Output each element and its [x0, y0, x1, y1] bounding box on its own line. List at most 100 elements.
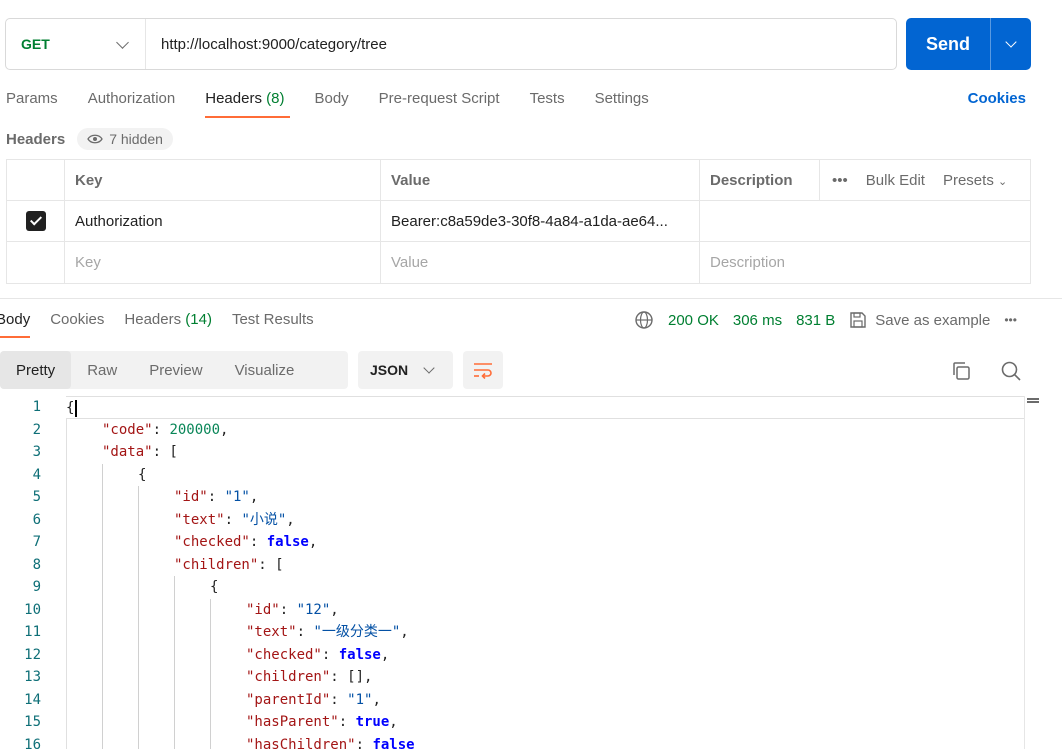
line-number: 6 — [32, 511, 41, 528]
code-line: "text": "一级分类一", — [66, 621, 1024, 644]
method-select[interactable]: GET — [6, 19, 146, 69]
tab-tests[interactable]: Tests — [530, 88, 565, 118]
format-raw[interactable]: Raw — [71, 351, 133, 389]
indent-guide — [210, 733, 211, 749]
tab-settings[interactable]: Settings — [595, 88, 649, 118]
new-key-input[interactable]: Key — [65, 242, 381, 283]
pane-divider[interactable] — [0, 298, 1062, 299]
indent-guide — [102, 576, 103, 599]
response-size[interactable]: 831 B — [796, 312, 835, 329]
indent-guide — [102, 486, 103, 509]
tab-pre-request-script[interactable]: Pre-request Script — [379, 88, 500, 118]
scrollbar-marker[interactable] — [1027, 398, 1039, 406]
more-options-icon[interactable]: ••• — [1004, 313, 1017, 327]
row-checkbox-empty — [7, 242, 65, 283]
indent-guide — [210, 711, 211, 734]
format-visualize[interactable]: Visualize — [219, 351, 311, 389]
header-key-cell[interactable]: Authorization — [65, 201, 381, 241]
code-line: { — [66, 396, 1024, 419]
wrap-lines-button[interactable] — [463, 351, 503, 389]
code-lines: {"code": 200000, "data": [{"id": "1", "tex… — [66, 396, 1024, 749]
tab-count: (8) — [266, 90, 285, 107]
header-description-cell[interactable] — [700, 201, 1030, 241]
new-value-input[interactable]: Value — [381, 242, 700, 283]
code-token: : — [224, 511, 242, 528]
url-input[interactable]: http://localhost:9000/category/tree — [146, 36, 387, 53]
new-description-input[interactable]: Description — [700, 242, 1030, 283]
tab-response-cookies[interactable]: Cookies — [50, 308, 104, 338]
code-line: "id": "1", — [66, 486, 1024, 509]
language-select[interactable]: JSON — [358, 351, 453, 389]
response-body-editor[interactable]: 1 2 3 4 5 6 7 8 9 10 11 12 13 14 15 16 {"code": 200000,… — [0, 396, 1040, 749]
code-token: "hasParent" — [246, 714, 339, 730]
send-button-group: Send — [906, 18, 1031, 70]
code-token: "parentId" — [246, 691, 331, 708]
presets-dropdown[interactable]: Presets ⌄ — [943, 172, 1007, 189]
send-options-button[interactable] — [991, 18, 1031, 70]
line-number: 13 — [24, 669, 41, 685]
code-token: : — [338, 714, 356, 730]
code-token: "hasChildren" — [246, 736, 356, 749]
header-value-cell[interactable]: Bearer:c8a59de3-30f8-4a84-a1da-ae64... — [381, 201, 700, 241]
indent-guide — [174, 711, 175, 734]
code-token: , — [400, 624, 409, 640]
code-token: "text" — [174, 511, 225, 528]
editor-right-border — [1024, 396, 1025, 749]
indent-guide — [138, 576, 139, 599]
bulk-edit-button[interactable]: Bulk Edit — [866, 172, 925, 189]
key-column-header: Key — [65, 160, 381, 200]
tab-response-headers[interactable]: Headers (14) — [124, 308, 212, 338]
globe-icon[interactable] — [634, 310, 654, 330]
indent-guide — [174, 688, 175, 711]
tab-response-body[interactable]: Body — [0, 308, 31, 338]
indent-guide — [174, 576, 175, 599]
save-as-example-button[interactable]: Save as example — [849, 311, 990, 329]
copy-icon[interactable] — [950, 360, 972, 386]
code-token: "checked" — [174, 534, 250, 550]
code-line: "hasParent": true, — [66, 711, 1024, 734]
indent-guide — [138, 643, 139, 666]
search-icon[interactable] — [1000, 360, 1022, 386]
request-url-bar: GET http://localhost:9000/category/tree — [5, 18, 897, 70]
cookies-link[interactable]: Cookies — [968, 90, 1026, 107]
indent-guide — [102, 598, 103, 621]
format-pretty[interactable]: Pretty — [0, 351, 72, 389]
code-token: : — [330, 691, 348, 708]
save-label: Save as example — [875, 311, 991, 329]
hidden-headers-toggle[interactable]: 7 hidden — [77, 128, 173, 150]
code-token: "children" — [174, 556, 259, 573]
status-code[interactable]: 200 OK — [668, 312, 719, 329]
tab-params[interactable]: Params — [6, 88, 58, 118]
value-column-header: Value — [381, 160, 700, 200]
code-line: "id": "12", — [66, 598, 1024, 621]
code-line: "children": [], — [66, 666, 1024, 689]
code-token: , — [330, 601, 339, 618]
code-line: { — [66, 576, 1024, 599]
indent-guide — [102, 643, 103, 666]
tab-label: Pre-request Script — [378, 90, 500, 107]
code-token: , — [286, 511, 295, 528]
indent-guide — [138, 531, 139, 554]
method-label: GET — [21, 36, 50, 52]
row-checkbox[interactable] — [7, 201, 65, 241]
indent-guide — [138, 508, 139, 531]
chevron-down-icon — [1005, 36, 1017, 48]
code-token: , — [389, 714, 398, 730]
send-button[interactable]: Send — [906, 18, 990, 70]
indent-guide — [102, 733, 103, 749]
line-number: 11 — [24, 624, 41, 640]
response-time[interactable]: 306 ms — [733, 312, 782, 329]
more-options-icon[interactable]: ••• — [832, 172, 848, 189]
headers-subheader: Headers 7 hidden — [6, 128, 173, 150]
code-token: "text" — [246, 624, 297, 640]
tab-authorization[interactable]: Authorization — [88, 88, 176, 118]
format-preview[interactable]: Preview — [133, 351, 218, 389]
tab-headers[interactable]: Headers (8) — [205, 88, 291, 118]
tab-test-results[interactable]: Test Results — [232, 308, 314, 338]
tab-body[interactable]: Body — [314, 88, 348, 118]
chevron-down-icon — [116, 36, 129, 49]
editor-left-border — [66, 418, 67, 749]
indent-guide — [138, 666, 139, 689]
code-token: : [ — [258, 556, 284, 573]
indent-guide — [174, 643, 175, 666]
